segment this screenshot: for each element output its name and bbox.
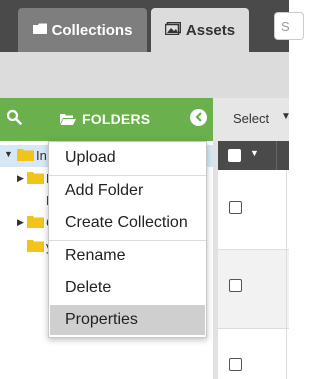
select-dropdown[interactable]: Select [233,111,269,126]
top-bar: Collections Assets S [0,0,304,52]
tab-assets[interactable]: Assets [151,8,249,52]
search-icon[interactable] [6,109,22,127]
menu-item-create-collection[interactable]: Create Collection [49,208,206,238]
collapsed-caret-icon[interactable]: ▶ [17,217,24,228]
menu-item-upload[interactable]: Upload [49,143,206,173]
folder-context-menu: Upload Add Folder Create Collection Rena… [48,141,207,338]
folder-open-icon [60,113,76,129]
folder-icon [32,22,47,39]
grid-header: ▼ [218,141,289,170]
column-divider [286,329,287,379]
folder-icon [27,215,44,228]
subheader-band [0,52,289,98]
tab-assets-label: Assets [185,21,236,39]
row-checkbox[interactable] [229,201,242,214]
folders-panel-header: FOLDERS [0,98,213,141]
menu-item-properties[interactable]: Properties [50,305,205,335]
select-all-checkbox[interactable] [228,149,241,162]
assets-toolbar: Select ▼ [213,98,291,141]
images-icon [164,21,182,39]
search-input[interactable]: S [274,12,304,40]
menu-item-add-folder[interactable]: Add Folder [49,176,206,206]
assets-grid: ▼ [218,141,289,379]
caret-down-icon: ▼ [281,111,291,122]
table-row [218,170,289,250]
menu-item-delete[interactable]: Delete [49,273,206,303]
header-divider [276,141,277,170]
expanded-caret-icon[interactable]: ▼ [4,149,13,159]
chevron-left-icon [194,111,203,125]
folder-icon [27,239,44,252]
folders-title-label: FOLDERS [82,111,151,127]
table-row [218,329,289,379]
row-checkbox[interactable] [229,279,242,292]
tree-item-label[interactable]: In [36,148,47,163]
tab-collections[interactable]: Collections [18,8,147,52]
collapse-panel-button[interactable] [190,109,207,126]
tab-collections-label: Collections [51,21,133,39]
column-divider [286,250,287,328]
table-row [218,250,289,329]
folders-title: FOLDERS [60,111,150,129]
menu-item-rename[interactable]: Rename [49,241,206,271]
collapsed-caret-icon[interactable]: ▶ [17,173,24,184]
caret-down-icon[interactable]: ▼ [250,148,259,158]
folder-icon [27,171,44,184]
row-checkbox[interactable] [229,358,242,371]
column-divider [286,170,287,249]
folder-icon [17,148,34,161]
